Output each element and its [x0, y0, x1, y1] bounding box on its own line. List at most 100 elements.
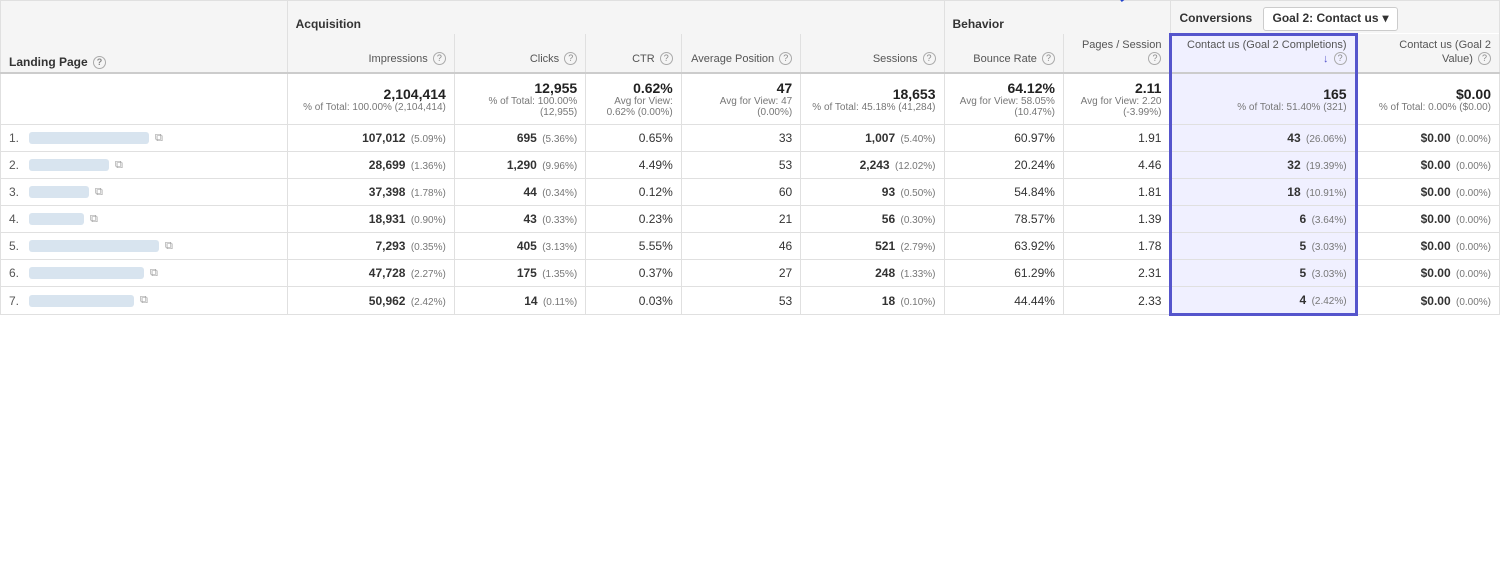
totals-sessions: 18,653 % of Total: 45.18% (41,284) [801, 73, 944, 125]
row-completions: 18 (10.91%) [1171, 179, 1356, 206]
totals-impressions: 2,104,414 % of Total: 100.00% (2,104,414… [287, 73, 454, 125]
row-pages-session: 1.78 [1063, 233, 1171, 260]
landing-page-url[interactable] [29, 213, 84, 225]
row-sessions: 93 (0.50%) [801, 179, 944, 206]
totals-bounce: 64.12% Avg for View: 58.05% (10.47%) [944, 73, 1063, 125]
goal-dropdown[interactable]: Goal 2: Contact us ▾ [1263, 7, 1397, 31]
row-number: 6. [9, 266, 23, 280]
row-ctr: 5.55% [586, 233, 682, 260]
sessions-header: Sessions ? [801, 34, 944, 73]
row-pages-session: 2.33 [1063, 287, 1171, 315]
row-avg-position: 46 [681, 233, 800, 260]
landing-page-url[interactable] [29, 186, 89, 198]
row-goal-value: $0.00 (0.00%) [1356, 260, 1499, 287]
row-landing-cell: 6. ⧉ [1, 260, 288, 287]
row-completions: 43 (26.06%) [1171, 125, 1356, 152]
row-landing-cell: 2. ⧉ [1, 152, 288, 179]
row-clicks: 43 (0.33%) [454, 206, 585, 233]
row-completions: 5 (3.03%) [1171, 260, 1356, 287]
row-ctr: 4.49% [586, 152, 682, 179]
copy-icon[interactable]: ⧉ [140, 294, 148, 307]
row-clicks: 14 (0.11%) [454, 287, 585, 315]
row-impressions: 37,398 (1.78%) [287, 179, 454, 206]
totals-pages: 2.11 Avg for View: 2.20 (-3.99%) [1063, 73, 1171, 125]
row-impressions: 107,012 (5.09%) [287, 125, 454, 152]
row-number: 4. [9, 212, 23, 226]
row-clicks: 405 (3.13%) [454, 233, 585, 260]
row-completions: 4 (2.42%) [1171, 287, 1356, 315]
totals-goal-value: $0.00 % of Total: 0.00% ($0.00) [1356, 73, 1499, 125]
clicks-header: Clicks ? [454, 34, 585, 73]
row-clicks: 695 (5.36%) [454, 125, 585, 152]
row-bounce-rate: 54.84% [944, 179, 1063, 206]
row-ctr: 0.23% [586, 206, 682, 233]
row-landing-cell: 5. ⧉ [1, 233, 288, 260]
row-avg-position: 21 [681, 206, 800, 233]
copy-icon[interactable]: ⧉ [155, 132, 163, 145]
row-number: 1. [9, 131, 23, 145]
pages-session-help-icon[interactable]: ? [1148, 52, 1161, 65]
completions-help-icon[interactable]: ? [1334, 52, 1347, 65]
row-avg-position: 53 [681, 287, 800, 315]
row-bounce-rate: 20.24% [944, 152, 1063, 179]
row-ctr: 0.12% [586, 179, 682, 206]
bounce-rate-header: Bounce Rate ? [944, 34, 1063, 73]
acquisition-group-header: Acquisition [287, 1, 944, 35]
totals-ctr: 0.62% Avg for View: 0.62% (0.00%) [586, 73, 682, 125]
copy-icon[interactable]: ⧉ [90, 213, 98, 226]
sessions-help-icon[interactable]: ? [923, 52, 936, 65]
row-number: 7. [9, 294, 23, 308]
clicks-help-icon[interactable]: ? [564, 52, 577, 65]
row-avg-position: 53 [681, 152, 800, 179]
landing-page-url[interactable] [29, 159, 109, 171]
goal-value-header: Contact us (Goal 2 Value) ? [1356, 34, 1499, 73]
row-goal-value: $0.00 (0.00%) [1356, 206, 1499, 233]
landing-page-help-icon[interactable]: ? [93, 56, 106, 69]
completions-header: Contact us (Goal 2 Completions) ↓ ? [1171, 34, 1356, 73]
avg-position-help-icon[interactable]: ? [779, 52, 792, 65]
row-number: 3. [9, 185, 23, 199]
row-number: 2. [9, 158, 23, 172]
landing-page-url[interactable] [29, 295, 134, 307]
copy-icon[interactable]: ⧉ [115, 159, 123, 172]
row-landing-cell: 1. ⧉ [1, 125, 288, 152]
row-impressions: 47,728 (2.27%) [287, 260, 454, 287]
goal-value-help-icon[interactable]: ? [1478, 52, 1491, 65]
row-avg-position: 27 [681, 260, 800, 287]
pages-session-header: Pages / Session ? [1063, 34, 1171, 73]
copy-icon[interactable]: ⧉ [95, 186, 103, 199]
impressions-help-icon[interactable]: ? [433, 52, 446, 65]
row-ctr: 0.03% [586, 287, 682, 315]
totals-completions: 165 % of Total: 51.40% (321) [1171, 73, 1356, 125]
table-row: 5. ⧉ 7,293 (0.35%) 405 (3.13%) 5.55% 46 … [1, 233, 1500, 260]
row-goal-value: $0.00 (0.00%) [1356, 287, 1499, 315]
chevron-down-icon: ▾ [1383, 11, 1389, 27]
conversions-group-header: Conversions Goal 2: Contact us ▾ [1171, 1, 1500, 35]
bounce-rate-help-icon[interactable]: ? [1042, 52, 1055, 65]
row-pages-session: 2.31 [1063, 260, 1171, 287]
row-number: 5. [9, 239, 23, 253]
row-goal-value: $0.00 (0.00%) [1356, 233, 1499, 260]
row-pages-session: 1.91 [1063, 125, 1171, 152]
analytics-table: Landing Page ? Acquisition Behavior [0, 0, 1500, 316]
landing-page-url[interactable] [29, 267, 144, 279]
group-header-row: Landing Page ? Acquisition Behavior [1, 1, 1500, 35]
row-avg-position: 33 [681, 125, 800, 152]
sort-down-icon: ↓ [1323, 53, 1329, 65]
table-row: 7. ⧉ 50,962 (2.42%) 14 (0.11%) 0.03% 53 … [1, 287, 1500, 315]
copy-icon[interactable]: ⧉ [150, 267, 158, 280]
row-impressions: 28,699 (1.36%) [287, 152, 454, 179]
copy-icon[interactable]: ⧉ [165, 240, 173, 253]
totals-clicks: 12,955 % of Total: 100.00% (12,955) [454, 73, 585, 125]
row-sessions: 18 (0.10%) [801, 287, 944, 315]
totals-landing-cell [1, 73, 288, 125]
table-row: 3. ⧉ 37,398 (1.78%) 44 (0.34%) 0.12% 60 … [1, 179, 1500, 206]
ctr-help-icon[interactable]: ? [660, 52, 673, 65]
row-completions: 32 (19.39%) [1171, 152, 1356, 179]
landing-page-url[interactable] [29, 132, 149, 144]
table-row: 2. ⧉ 28,699 (1.36%) 1,290 (9.96%) 4.49% … [1, 152, 1500, 179]
landing-page-url[interactable] [29, 240, 159, 252]
row-completions: 5 (3.03%) [1171, 233, 1356, 260]
totals-row: 2,104,414 % of Total: 100.00% (2,104,414… [1, 73, 1500, 125]
row-impressions: 50,962 (2.42%) [287, 287, 454, 315]
